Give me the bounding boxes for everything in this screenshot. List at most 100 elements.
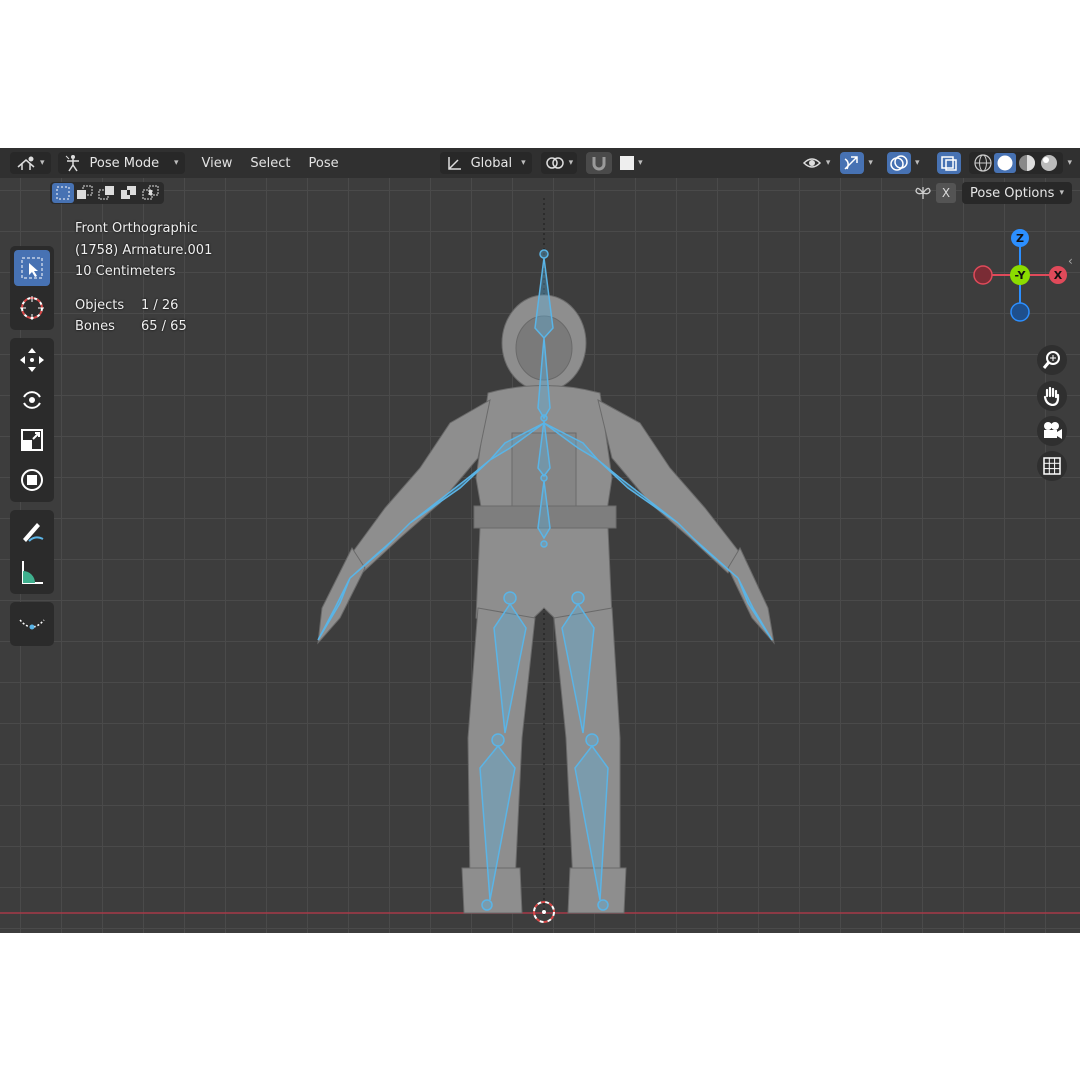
xray-toggle[interactable] bbox=[937, 152, 962, 174]
overlays-menu-button[interactable]: ▾ bbox=[911, 152, 924, 174]
3d-viewport[interactable]: Front Orthographic (1758) Armature.001 1… bbox=[0, 178, 1080, 933]
menu-view[interactable]: View bbox=[193, 156, 242, 171]
shading-modes bbox=[969, 152, 1064, 174]
snap-increment-icon bbox=[620, 156, 635, 170]
chevron-down-icon: ▾ bbox=[40, 158, 45, 168]
rotate-tool[interactable] bbox=[10, 380, 54, 420]
gizmo-menu-button[interactable]: ▾ bbox=[864, 152, 877, 174]
pivot-point-icon bbox=[545, 157, 564, 169]
chevron-down-icon: ▾ bbox=[174, 158, 179, 168]
cursor-icon bbox=[20, 296, 44, 320]
snap-toggle[interactable] bbox=[586, 152, 613, 174]
select-subtract-icon[interactable] bbox=[96, 183, 118, 203]
navigation-gizmo[interactable]: Z X -Y bbox=[965, 218, 1075, 328]
tool-group-select bbox=[10, 246, 54, 330]
measure-icon bbox=[22, 561, 43, 584]
menu-select[interactable]: Select bbox=[241, 156, 299, 171]
magnet-icon bbox=[592, 157, 606, 171]
stat-bones: Bones 65 / 65 bbox=[75, 316, 212, 338]
move-tool[interactable] bbox=[10, 340, 54, 380]
menu-pose[interactable]: Pose bbox=[300, 156, 348, 171]
zoom-button[interactable] bbox=[1037, 345, 1067, 375]
bottom-margin bbox=[0, 933, 1080, 1080]
chevron-down-icon: ▾ bbox=[521, 158, 526, 168]
viewport-header: ▾ Pose Mode ▾ View Select Pose Global ▾ … bbox=[0, 148, 1080, 178]
select-new-icon bbox=[56, 186, 70, 200]
shading-menu-button[interactable]: ▾ bbox=[1063, 152, 1080, 174]
solid-shading-icon bbox=[997, 155, 1013, 171]
tool-shelf bbox=[10, 246, 54, 654]
stat-label: Bones bbox=[75, 319, 115, 334]
measure-tool[interactable] bbox=[10, 552, 54, 592]
transform-orientation-selector[interactable]: Global ▾ bbox=[439, 152, 532, 174]
scale-icon bbox=[21, 429, 43, 451]
overlays-icon bbox=[890, 155, 908, 171]
xray-icon bbox=[941, 156, 958, 171]
rotate-icon bbox=[23, 391, 41, 409]
select-box-tool[interactable] bbox=[10, 248, 54, 288]
editor-type-button[interactable]: ▾ bbox=[10, 152, 51, 174]
sidebar-toggle-chevron-icon[interactable]: ‹ bbox=[1068, 254, 1073, 268]
pose-options-dropdown[interactable]: Pose Options ▾ bbox=[962, 182, 1072, 204]
gizmo-x-label: X bbox=[1054, 269, 1063, 282]
snap-target-button[interactable]: ▾ bbox=[616, 152, 647, 174]
rendered-shading-icon[interactable] bbox=[1038, 153, 1060, 173]
chevron-down-icon: ▾ bbox=[568, 158, 574, 168]
annotate-tool[interactable] bbox=[10, 512, 54, 552]
tool-group-transform bbox=[10, 338, 54, 502]
view-name: Front Orthographic bbox=[75, 221, 198, 236]
relax-pose-icon bbox=[19, 619, 45, 630]
material-shading-icon[interactable] bbox=[1016, 153, 1038, 173]
grid-perspective-icon bbox=[1043, 457, 1061, 475]
pan-button[interactable] bbox=[1037, 381, 1067, 411]
pose-options-label: Pose Options bbox=[970, 185, 1055, 201]
transform-icon bbox=[21, 469, 43, 491]
perspective-toggle-button[interactable] bbox=[1037, 451, 1067, 481]
camera-icon bbox=[1044, 422, 1062, 439]
camera-view-button[interactable] bbox=[1037, 416, 1067, 446]
pose-mode-icon bbox=[65, 155, 79, 172]
select-extend-icon[interactable] bbox=[74, 183, 96, 203]
annotate-icon bbox=[23, 523, 44, 542]
gizmo-toggle[interactable] bbox=[840, 152, 865, 174]
selection-mode-group bbox=[50, 182, 164, 204]
chevron-down-icon: ▾ bbox=[868, 158, 873, 168]
active-object: (1758) Armature.001 bbox=[75, 242, 213, 258]
pan-hand-icon bbox=[1043, 386, 1060, 406]
gizmo-z-label: Z bbox=[1016, 232, 1024, 245]
tool-group-pose bbox=[10, 602, 54, 646]
mode-selector[interactable]: Pose Mode ▾ bbox=[57, 152, 185, 174]
wireframe-shading-icon[interactable] bbox=[972, 153, 994, 173]
overlays-toggle[interactable] bbox=[886, 152, 911, 174]
gizmo-neg-x-axis bbox=[973, 265, 993, 285]
grid-scale: 10 Centimeters bbox=[75, 264, 176, 279]
solid-shading-button[interactable] bbox=[994, 153, 1017, 173]
blender-window: Front Orthographic (1758) Armature.001 1… bbox=[0, 148, 1080, 933]
select-difference-icon[interactable] bbox=[118, 183, 140, 203]
chevron-down-icon: ▾ bbox=[825, 158, 831, 168]
stat-objects: Objects 1 / 26 bbox=[75, 295, 212, 317]
pivot-point-button[interactable]: ▾ bbox=[540, 152, 578, 174]
relax-pose-tool[interactable] bbox=[10, 604, 54, 644]
select-intersect-icon[interactable] bbox=[140, 183, 162, 203]
gizmo-neg-z-axis bbox=[1010, 302, 1030, 322]
orientation-label: Global bbox=[470, 155, 513, 171]
scale-tool[interactable] bbox=[10, 420, 54, 460]
x-mirror-toggle[interactable]: X bbox=[936, 183, 956, 203]
mode-label: Pose Mode bbox=[89, 155, 160, 171]
chevron-down-icon: ▾ bbox=[1067, 158, 1072, 168]
mirror-options: X bbox=[913, 182, 956, 204]
viewport-text-info: Front Orthographic (1758) Armature.001 1… bbox=[75, 218, 212, 338]
chevron-down-icon: ▾ bbox=[638, 158, 643, 168]
orientation-axes-icon bbox=[447, 157, 461, 170]
eye-icon bbox=[802, 158, 821, 168]
butterfly-mirror-icon bbox=[915, 187, 931, 199]
transform-tool[interactable] bbox=[10, 460, 54, 500]
visibility-button[interactable]: ▾ bbox=[798, 152, 835, 174]
chevron-down-icon: ▾ bbox=[914, 158, 920, 168]
chevron-down-icon: ▾ bbox=[1059, 188, 1064, 198]
gizmo-neg-y-label: -Y bbox=[1015, 269, 1027, 282]
zoom-icon bbox=[1042, 351, 1060, 369]
select-new-button[interactable] bbox=[52, 183, 74, 203]
cursor-tool[interactable] bbox=[10, 288, 54, 328]
